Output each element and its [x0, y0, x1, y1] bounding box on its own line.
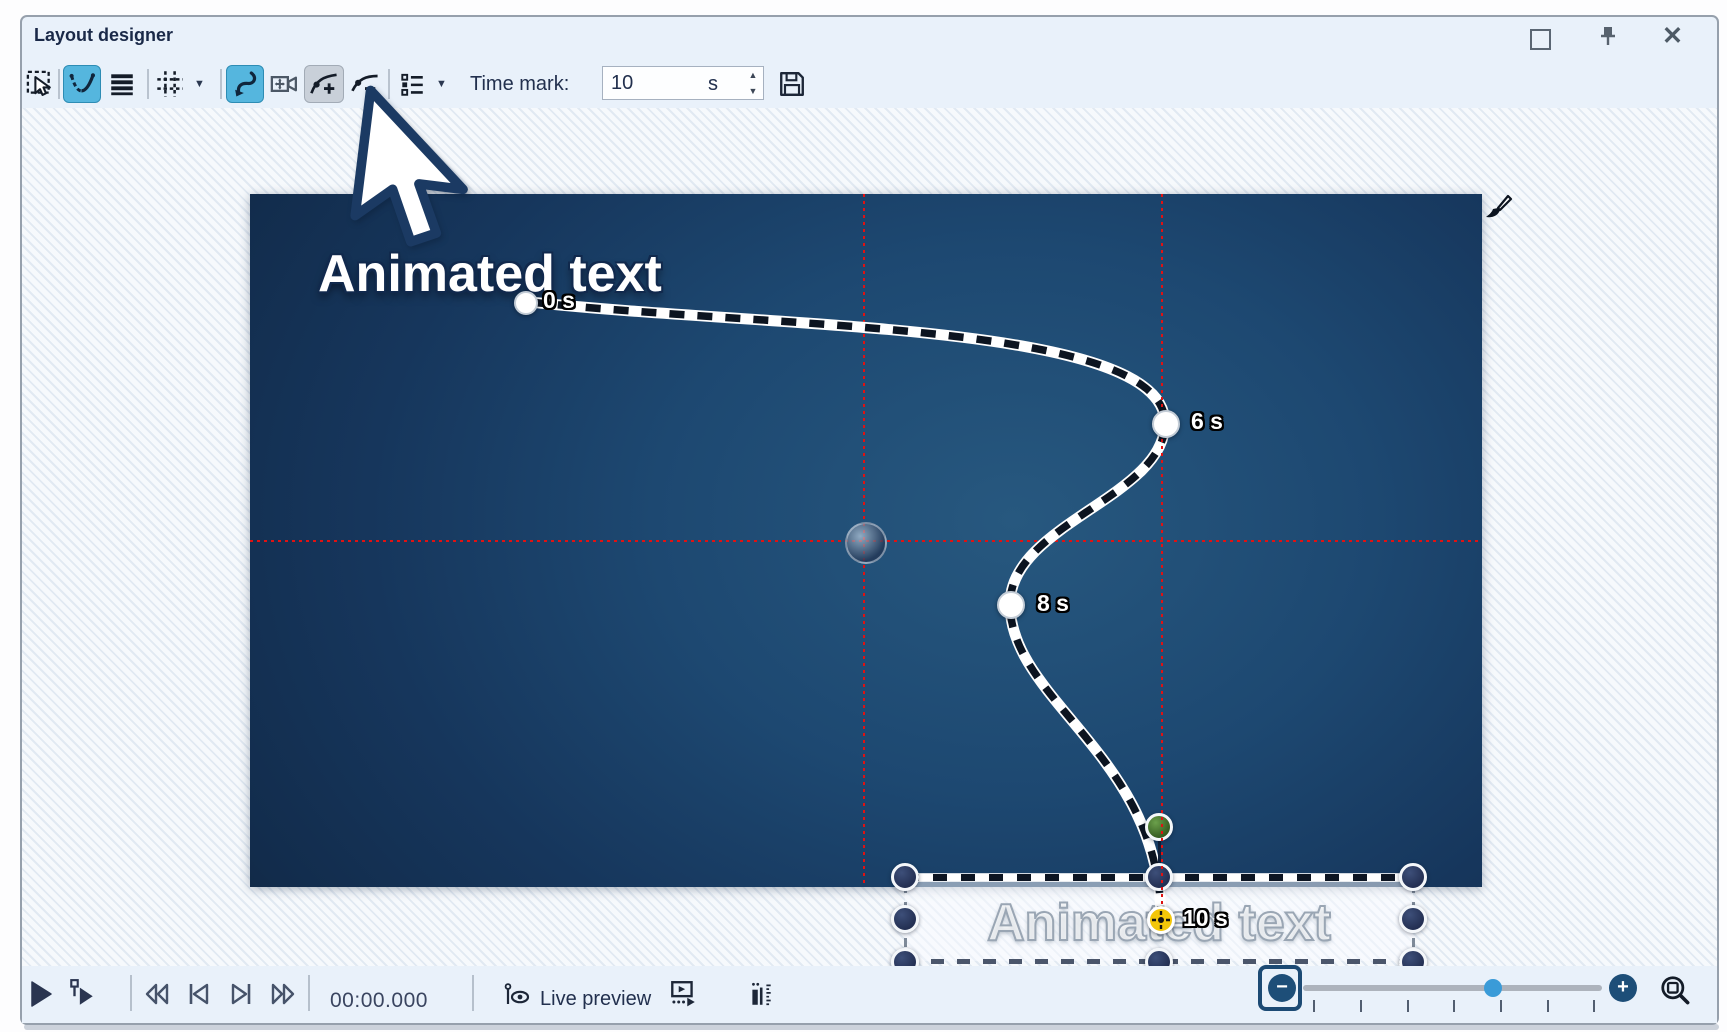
pan-camera-button[interactable] [266, 65, 304, 103]
play-from-marker-icon [68, 978, 96, 1008]
add-keypoint-button[interactable] [304, 65, 344, 103]
rotation-handle[interactable] [1145, 813, 1173, 841]
toolbar-separator [388, 69, 390, 99]
object-list-dropdown-icon[interactable]: ▼ [436, 78, 447, 90]
select-tool-button[interactable] [22, 65, 58, 103]
go-to-end-button[interactable] [268, 981, 298, 1007]
keypoint-marker-0s[interactable] [514, 291, 538, 315]
zoom-tick [1500, 1000, 1502, 1012]
smooth-curve-tool-button[interactable] [226, 65, 264, 103]
keypoint-marker-10s[interactable] [1147, 906, 1175, 934]
toolbar-separator [58, 69, 60, 99]
keypoint-crosshair-icon [1150, 909, 1172, 931]
select-cursor-icon [25, 69, 55, 99]
previous-keypoint-button[interactable] [184, 981, 214, 1007]
time-mark-spinner: ▲ ▼ [743, 68, 763, 99]
grid-dropdown-icon[interactable]: ▼ [194, 78, 205, 90]
zoom-in-icon[interactable]: + [1609, 974, 1637, 1002]
save-floppy-icon [778, 70, 806, 98]
preview-window-button[interactable] [668, 979, 698, 1009]
layout-designer-window: Layout designer ✕ ▼ [0, 0, 1727, 1032]
align-layers-button[interactable] [104, 65, 140, 103]
previous-icon [184, 981, 214, 1007]
camera-pan-icon [269, 69, 301, 99]
play-button[interactable] [28, 980, 54, 1008]
keypoint-label-10s: 10 s [1183, 905, 1228, 932]
transport-separator [308, 975, 310, 1011]
grid-icon [155, 69, 185, 99]
keypoint-marker-8s[interactable] [997, 591, 1025, 619]
close-icon[interactable]: ✕ [1662, 24, 1683, 49]
zoom-tick [1593, 1000, 1595, 1012]
stats-panel-icon [748, 980, 774, 1008]
time-mark-field-group: s ▲ ▼ [602, 66, 766, 102]
keypoint-marker-6s[interactable] [1152, 410, 1180, 438]
spinner-up-icon[interactable]: ▲ [743, 68, 763, 84]
spinner-down-icon[interactable]: ▼ [743, 84, 763, 100]
play-icon [28, 980, 54, 1008]
time-mark-label: Time mark: [470, 73, 569, 96]
zoom-tick [1407, 1000, 1409, 1012]
keypoint-label-6s: 6 s [1191, 408, 1223, 435]
show-path-tool-button[interactable] [63, 65, 101, 103]
maximize-icon[interactable] [1530, 29, 1551, 50]
remove-keypoint-button[interactable] [346, 65, 384, 103]
selection-handle[interactable] [891, 863, 919, 891]
zoom-fit-icon[interactable] [1658, 974, 1694, 1010]
zoom-out-icon[interactable]: − [1268, 974, 1296, 1002]
zoom-slider-thumb[interactable] [1484, 979, 1502, 997]
fast-forward-icon [268, 981, 298, 1007]
selection-handle[interactable] [891, 905, 919, 933]
stacked-bars-icon [108, 70, 136, 98]
next-keypoint-button[interactable] [226, 981, 256, 1007]
path-check-icon [67, 69, 97, 99]
preview-window-icon [668, 979, 698, 1009]
play-from-marker-button[interactable] [68, 978, 96, 1008]
s-curve-icon [230, 69, 260, 99]
time-mark-unit: s [708, 73, 718, 96]
selection-handle[interactable] [1399, 905, 1427, 933]
rewind-icon [142, 981, 172, 1007]
keypoint-label-8s: 8 s [1037, 590, 1069, 617]
selection-handle[interactable] [1145, 863, 1173, 891]
transport-separator [472, 975, 474, 1011]
toolbar-separator [147, 69, 149, 99]
selection-handle[interactable] [1399, 863, 1427, 891]
save-layout-button[interactable] [774, 65, 810, 103]
animated-text-object[interactable]: Animated text [318, 244, 662, 304]
time-mark-input[interactable] [602, 66, 764, 100]
next-icon [226, 981, 256, 1007]
zoom-tick [1453, 1000, 1455, 1012]
canvas-center-point [845, 522, 887, 564]
go-to-start-button[interactable] [142, 981, 172, 1007]
keypoint-label-0s: 0 s [543, 287, 575, 314]
remove-keypoint-icon [349, 69, 381, 99]
time-display: 00:00.000 [330, 989, 440, 1013]
paintbrush-icon [1480, 192, 1514, 226]
grid-tool-button[interactable] [152, 65, 188, 103]
transport-separator [130, 975, 132, 1011]
window-title: Layout designer [34, 25, 173, 46]
add-keypoint-icon [308, 69, 340, 99]
live-preview-icon[interactable] [502, 982, 532, 1008]
zoom-slider-track[interactable] [1303, 985, 1602, 991]
zoom-tick [1313, 1000, 1315, 1012]
pin-icon[interactable] [1596, 24, 1620, 48]
object-list-icon [398, 70, 426, 98]
toggle-panel-button[interactable] [748, 980, 774, 1008]
toolbar-separator [220, 69, 222, 99]
zoom-tick [1360, 1000, 1362, 1012]
zoom-tick [1547, 1000, 1549, 1012]
live-preview-label: Live preview [540, 988, 651, 1011]
object-list-button[interactable] [394, 65, 430, 103]
